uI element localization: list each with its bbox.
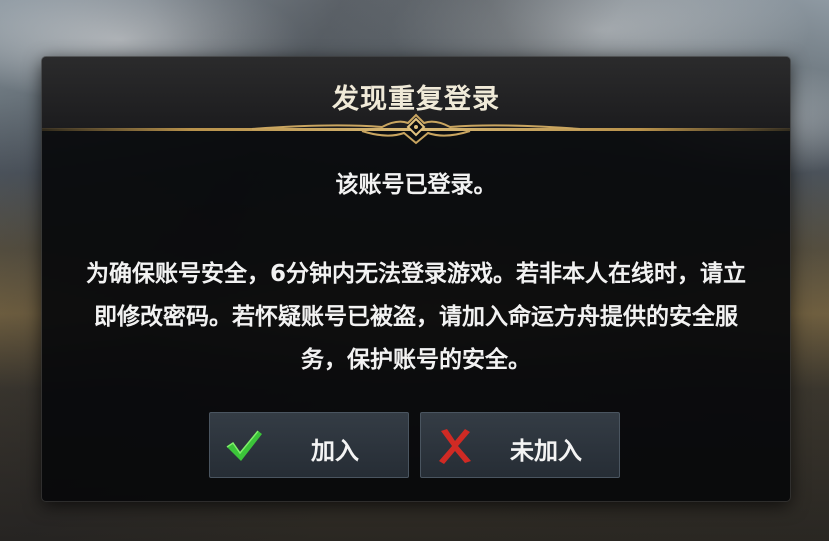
- x-mark-icon: [439, 429, 471, 464]
- header-ornament-icon: [251, 113, 581, 145]
- join-button[interactable]: 加入: [209, 412, 409, 478]
- not-join-button-label: 未加入: [510, 437, 582, 465]
- duplicate-login-dialog: 发现重复登录 该账号已登录。 为确保账号安全，6分钟内无法登录游戏。若非本人在线…: [42, 57, 790, 501]
- message-security-notice: 为确保账号安全，6分钟内无法登录游戏。若非本人在线时，请立即修改密码。若怀疑账号…: [85, 261, 746, 373]
- message-logged-in: 该账号已登录。: [335, 172, 497, 198]
- not-join-button[interactable]: 未加入: [420, 412, 620, 478]
- join-button-label: 加入: [311, 437, 359, 465]
- checkmark-icon: [226, 430, 262, 461]
